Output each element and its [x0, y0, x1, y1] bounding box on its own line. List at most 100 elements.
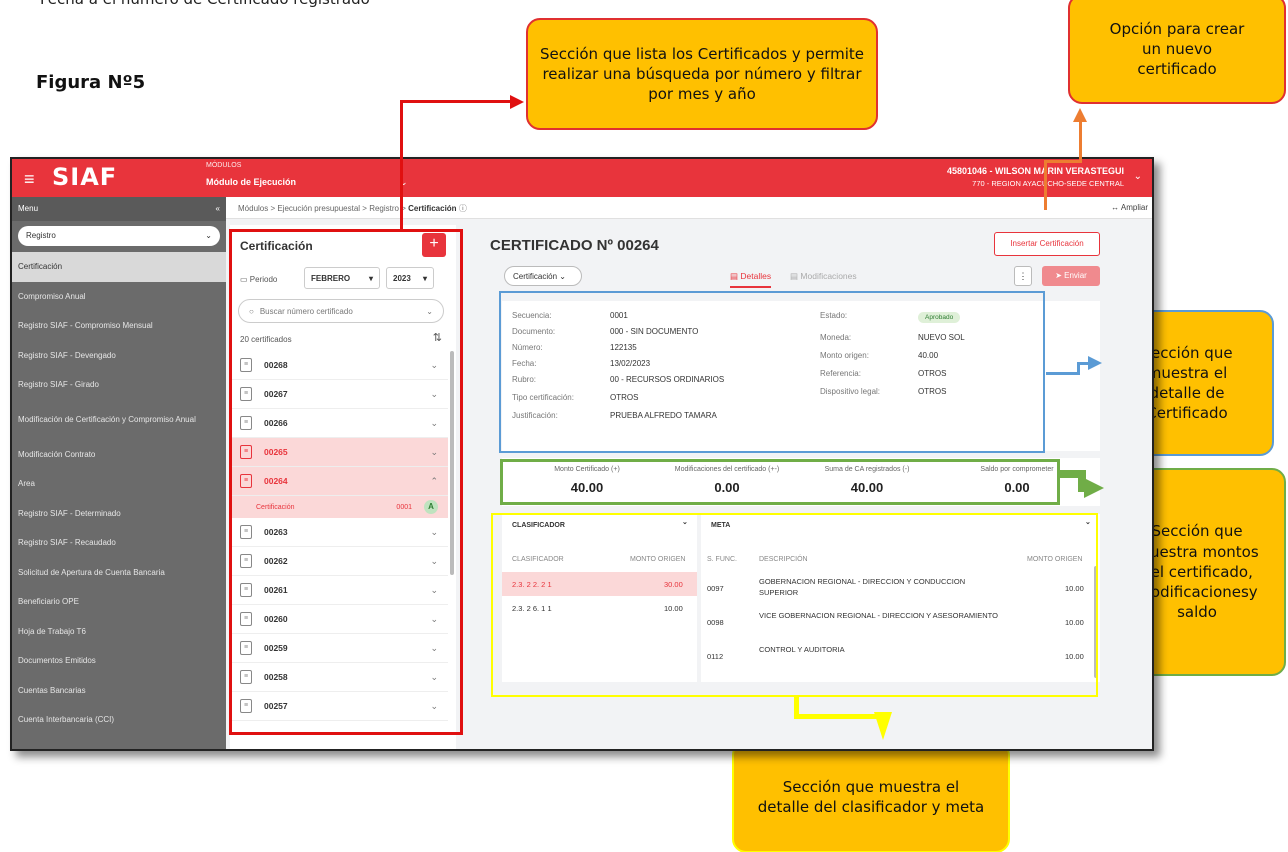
sidebar-item[interactable]: Beneficiario OPE: [12, 587, 226, 617]
list-item[interactable]: ≡ 00265 ⌄: [230, 438, 448, 467]
arrow-right-icon: [510, 95, 524, 109]
tab-details[interactable]: ▤ Detalles: [730, 271, 772, 288]
sidebar-item[interactable]: Compromiso Anual: [12, 282, 226, 312]
chevron-down-icon[interactable]: ⌄: [430, 389, 438, 400]
insert-certification-button[interactable]: Insertar Certificación: [994, 232, 1100, 256]
callout-list-text: Sección que lista los Certificados y per…: [539, 44, 865, 104]
search-input[interactable]: ○ Buscar número certificado ⌄: [238, 299, 444, 323]
sidebar-item[interactable]: Certificación: [12, 252, 226, 282]
send-label: Enviar: [1064, 271, 1087, 280]
year-select[interactable]: 2023 ▾: [386, 267, 434, 289]
sidebar-item[interactable]: Cuenta Interbancaria (CCI): [12, 705, 226, 735]
chevron-up-icon[interactable]: ⌃: [430, 476, 438, 487]
sidebar-menu-select[interactable]: Registro ⌄: [18, 226, 220, 246]
chevron-down-icon[interactable]: ⌄: [430, 527, 438, 538]
document-icon: ▤: [790, 271, 799, 281]
amount-label: Modificaciones del certificado (+-): [674, 466, 780, 473]
calendar-icon: ▭: [240, 275, 248, 284]
certificate-number: 00264: [264, 476, 288, 486]
breadcrumb: Módulos > Ejecución presupuestal > Regis…: [226, 197, 1152, 219]
chevron-down-icon[interactable]: ⌄: [430, 418, 438, 429]
chevron-down-icon[interactable]: ⌄: [430, 360, 438, 371]
amount-value: 40.00: [570, 480, 604, 495]
document-icon: ≡: [240, 525, 252, 539]
list-item[interactable]: ≡ 00260 ⌄: [230, 605, 448, 634]
chevron-down-icon[interactable]: ⌄: [682, 518, 688, 526]
sidebar-item[interactable]: Registro SIAF - Recaudado: [12, 528, 226, 558]
chevron-down-icon[interactable]: ⌄: [430, 585, 438, 596]
meta-amount: 10.00: [1065, 652, 1084, 661]
add-certificate-button[interactable]: +: [422, 233, 446, 257]
collapse-icon[interactable]: «: [216, 204, 220, 214]
detail-field-value: 00 - RECURSOS ORDINARIOS: [610, 375, 725, 384]
chevron-down-icon[interactable]: ⌄: [430, 643, 438, 654]
search-icon: ○: [249, 307, 254, 316]
document-icon: ▤: [730, 271, 739, 281]
month-select[interactable]: FEBRERO ▾: [304, 267, 380, 289]
sidebar-item[interactable]: Area: [12, 469, 226, 499]
certification-type-select[interactable]: Certificación ⌄: [504, 266, 582, 286]
meta-scrollbar[interactable]: [1094, 566, 1098, 678]
hamburger-menu-icon[interactable]: ≡: [24, 169, 35, 190]
list-item[interactable]: ≡ 00262 ⌄: [230, 547, 448, 576]
sidebar-item[interactable]: Documentos Emitidos: [12, 646, 226, 676]
list-item[interactable]: ≡ 00266 ⌄: [230, 409, 448, 438]
breadcrumb-path[interactable]: Módulos > Ejecución presupuestal > Regis…: [238, 204, 408, 213]
sidebar-item[interactable]: Registro SIAF - Girado: [12, 370, 226, 400]
list-item[interactable]: ≡ 00257 ⌄: [230, 692, 448, 721]
sidebar-items: Certificación Compromiso Anual Registro SI…: [12, 252, 226, 735]
chevron-down-icon[interactable]: ⌄: [430, 556, 438, 567]
chevron-down-icon[interactable]: ⌄: [430, 701, 438, 712]
detail-field-value: PRUEBA ALFREDO TAMARA: [610, 411, 717, 420]
chevron-down-icon[interactable]: ⌄: [430, 614, 438, 625]
module-selector[interactable]: Módulo de Ejecución: [206, 177, 296, 187]
connector-orange-up: [1079, 120, 1082, 162]
document-icon: ≡: [240, 641, 252, 655]
sidebar-item[interactable]: Registro SIAF - Devengado: [12, 341, 226, 371]
chevron-down-icon[interactable]: ⌄: [430, 672, 438, 683]
certificate-number: 00257: [264, 701, 288, 711]
sidebar-item[interactable]: Registro SIAF - Compromiso Mensual: [12, 311, 226, 341]
status-badge: A: [424, 500, 438, 514]
list-item[interactable]: ≡ 00264 ⌃: [230, 467, 448, 496]
list-item[interactable]: ≡ 00263 ⌄: [230, 518, 448, 547]
chevron-down-icon: ⌄: [205, 231, 212, 240]
tab-modifications[interactable]: ▤ Modificaciones: [790, 271, 857, 282]
sidebar-item[interactable]: Solicitud de Apertura de Cuenta Bancaria: [12, 558, 226, 588]
document-icon: ≡: [240, 387, 252, 401]
detail-field-value: 40.00: [918, 351, 939, 360]
list-item[interactable]: ≡ 00268 ⌄: [230, 351, 448, 380]
amount-label: Suma de CA registrados (-): [824, 466, 910, 473]
document-icon: ≡: [240, 416, 252, 430]
detail-field-value: OTROS: [918, 387, 947, 396]
list-item[interactable]: ≡ 00258 ⌄: [230, 663, 448, 692]
list-item[interactable]: ≡ 00261 ⌄: [230, 576, 448, 605]
certificate-sequence-row[interactable]: Certificación 0001 A: [230, 496, 448, 518]
column-header: CLASIFICADOR: [512, 556, 564, 563]
chevron-down-icon[interactable]: ⌄: [1085, 518, 1091, 526]
help-icon[interactable]: ⓘ: [459, 204, 467, 213]
meta-sfunc: 0097: [707, 584, 724, 593]
document-icon: ≡: [240, 554, 252, 568]
sidebar: Menu « Registro ⌄ Certificación Compromis…: [12, 197, 226, 749]
expand-button[interactable]: ↔ Ampliar: [1111, 203, 1148, 212]
send-button[interactable]: ➤ Enviar: [1042, 266, 1100, 286]
list-scrollbar[interactable]: [450, 351, 454, 575]
chevron-down-icon[interactable]: ⌄: [430, 447, 438, 458]
month-value: FEBRERO: [311, 274, 351, 283]
sidebar-item[interactable]: Modificación Contrato: [12, 440, 226, 470]
connector-orange-vertical: [1044, 160, 1047, 210]
more-options-button[interactable]: ⋮: [1014, 266, 1032, 286]
connector-orange-horizontal: [1044, 160, 1082, 163]
chevron-down-icon[interactable]: ⌄: [426, 307, 433, 316]
user-menu-chevron-icon[interactable]: ⌄: [1134, 171, 1142, 182]
sidebar-item[interactable]: Modificación de Certificación y Compromi…: [12, 400, 226, 440]
sort-icon[interactable]: ⇅: [433, 331, 442, 344]
callout-create-option: Opción para crear un nuevo certificado: [1068, 0, 1286, 104]
list-item[interactable]: ≡ 00259 ⌄: [230, 634, 448, 663]
sidebar-item[interactable]: Hoja de Trabajo T6: [12, 617, 226, 647]
list-item[interactable]: ≡ 00267 ⌄: [230, 380, 448, 409]
user-name[interactable]: 45801046 - WILSON MARIN VERASTEGUI: [947, 166, 1124, 176]
sidebar-item[interactable]: Registro SIAF - Determinado: [12, 499, 226, 529]
sidebar-item[interactable]: Cuentas Bancarias: [12, 676, 226, 706]
